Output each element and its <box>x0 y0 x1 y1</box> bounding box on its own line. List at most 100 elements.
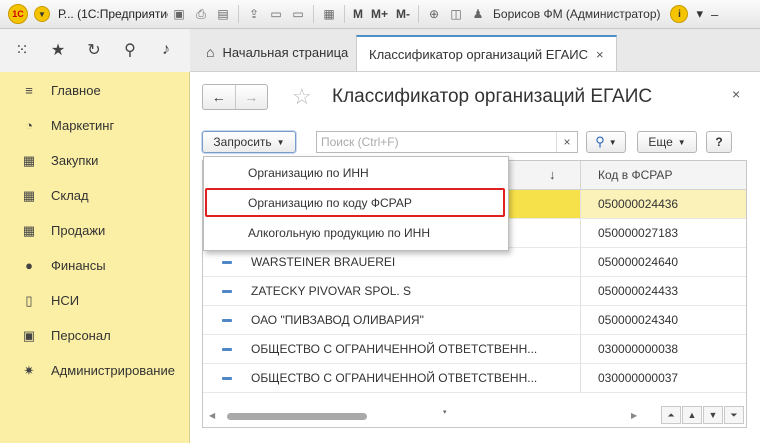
document-icon[interactable]: ▭ <box>268 6 284 22</box>
sidebar-item-personnel[interactable]: ▣ Персонал <box>0 318 189 353</box>
table-row[interactable]: ОАО "ПИВЗАВОД ОЛИВАРИЯ" 050000024340 <box>203 306 746 335</box>
tab-classifier-label: Классификатор организаций ЕГАИС <box>369 46 589 62</box>
sidebar-item-nsi[interactable]: ▯ НСИ <box>0 283 189 318</box>
sidebar-item-main[interactable]: ≡ Главное <box>0 73 189 108</box>
sidebar-item-finance[interactable]: ● Финансы <box>0 248 189 283</box>
search-input[interactable]: Поиск (Ctrl+F) × <box>316 131 578 153</box>
coin-icon: ● <box>25 258 33 273</box>
sidebar-item-administration[interactable]: ✷ Администрирование <box>0 353 189 388</box>
chevron-down-icon: ▼ <box>677 137 686 147</box>
sidebar-item-label: Финансы <box>51 258 106 273</box>
search-placeholder: Поиск (Ctrl+F) <box>321 135 399 149</box>
menu-item-alcohol-by-inn[interactable]: Алкогольную продукцию по ИНН <box>204 218 508 247</box>
window-title: Р... (1С:Предприятие) <box>58 7 168 21</box>
org-code: 050000024433 <box>580 277 746 305</box>
sidebar-item-label: Маркетинг <box>51 118 115 133</box>
more-button[interactable]: Еще ▼ <box>637 131 697 153</box>
notifications-icon[interactable]: ♪ <box>148 32 184 68</box>
horizontal-scrollbar[interactable]: ◀ ▾ ▶ <box>203 407 643 427</box>
minimize-icon[interactable]: – <box>711 7 718 22</box>
document-copy-icon[interactable]: ▭ <box>290 6 306 22</box>
back-arrow-icon[interactable]: ← <box>203 85 236 109</box>
clear-search-icon[interactable]: × <box>556 132 577 152</box>
favorites-icon[interactable]: ★ <box>40 32 76 68</box>
home-icon: ⌂ <box>206 44 215 60</box>
column-header-code[interactable]: Код в ФСРАР <box>580 161 746 189</box>
forward-arrow-icon[interactable]: → <box>236 85 268 109</box>
upload-icon[interactable]: ⇪ <box>246 6 262 22</box>
sidebar-item-label: Персонал <box>51 328 111 343</box>
table-row[interactable]: WARSTEINER BRAUEREI 050000024640 <box>203 248 746 277</box>
window-menu-icon[interactable]: ▾ <box>696 6 703 22</box>
item-marker-icon <box>222 261 232 264</box>
sidebar-item-purchases[interactable]: ▦ Закупки <box>0 143 189 178</box>
tab-close-icon[interactable]: × <box>596 47 604 62</box>
sidebar-item-label: Продажи <box>51 223 106 238</box>
menu-item-by-inn[interactable]: Организацию по ИНН <box>204 158 508 187</box>
sidebar-item-sales[interactable]: ▦ Продажи <box>0 213 189 248</box>
org-code: 050000024436 <box>580 190 746 218</box>
zoom-icon[interactable]: ⊕ <box>426 6 442 22</box>
scroll-right-icon[interactable]: ▶ <box>631 411 637 420</box>
org-name: WARSTEINER BRAUEREI <box>251 255 396 269</box>
tab-home-label: Начальная страница <box>222 44 349 60</box>
scroll-bottom-icon[interactable]: ⏷ <box>724 406 744 424</box>
tab-home[interactable]: ⌂ Начальная страница <box>194 35 360 69</box>
find-button[interactable]: ⚲ ▼ <box>586 131 626 153</box>
menu-item-by-fsrar-code[interactable]: Организацию по коду ФСРАР <box>205 188 505 217</box>
save-icon[interactable]: ▣ <box>171 6 187 22</box>
org-code: 050000027183 <box>580 219 746 247</box>
scroll-up-icon[interactable]: ▲ <box>682 406 702 424</box>
table-row[interactable]: ОБЩЕСТВО С ОГРАНИЧЕННОЙ ОТВЕТСТВЕНН... 0… <box>203 364 746 393</box>
memory-plus-button[interactable]: M+ <box>371 7 388 21</box>
preview-icon[interactable]: ▤ <box>215 6 231 22</box>
memory-minus-button[interactable]: M- <box>396 7 410 21</box>
scroll-left-icon[interactable]: ◀ <box>209 411 215 420</box>
calendar-icon[interactable]: ▦ <box>321 6 337 22</box>
main-menu-icon[interactable]: ▼ <box>34 6 50 22</box>
more-button-label: Еще <box>648 135 673 149</box>
scroll-top-icon[interactable]: ⏶ <box>661 406 681 424</box>
tab-classifier[interactable]: Классификатор организаций ЕГАИС × <box>356 35 617 71</box>
search-icon[interactable]: ⚲ <box>112 32 148 68</box>
sections-menu-icon[interactable]: ⁙ <box>4 32 40 68</box>
request-button[interactable]: Запросить ▼ <box>202 131 296 153</box>
sidebar-item-label: НСИ <box>51 293 80 308</box>
form-panel: ← → ☆ Классификатор организаций ЕГАИС × … <box>190 72 760 443</box>
panels-icon[interactable]: ◫ <box>448 6 464 22</box>
sidebar-item-warehouse[interactable]: ▦ Склад <box>0 178 189 213</box>
info-icon[interactable]: i <box>670 5 689 23</box>
request-dropdown-menu: Организацию по ИНН Организацию по коду Ф… <box>203 156 509 251</box>
book-icon: ▯ <box>25 292 33 308</box>
item-marker-icon <box>222 290 232 293</box>
request-button-label: Запросить <box>213 135 272 149</box>
org-name: ОАО "ПИВЗАВОД ОЛИВАРИЯ" <box>251 313 424 327</box>
toolbar-divider <box>418 5 420 23</box>
app-logo-icon[interactable]: 1С <box>8 4 28 24</box>
toolbar-divider <box>313 5 314 23</box>
toolbar-divider <box>238 5 239 23</box>
org-name: ОБЩЕСТВО С ОГРАНИЧЕННОЙ ОТВЕТСТВЕНН... <box>251 342 538 356</box>
sidebar-item-marketing[interactable]: ◔ Маркетинг <box>0 108 189 143</box>
form-close-icon[interactable]: × <box>732 86 740 102</box>
help-button[interactable]: ? <box>706 131 732 153</box>
item-marker-icon <box>222 319 232 322</box>
scroll-down-icon[interactable]: ▼ <box>703 406 723 424</box>
table-row[interactable]: ОБЩЕСТВО С ОГРАНИЧЕННОЙ ОТВЕТСТВЕНН... 0… <box>203 335 746 364</box>
memory-button[interactable]: M <box>353 7 363 21</box>
history-icon[interactable]: ↻ <box>76 32 112 68</box>
magnifier-icon: ⚲ <box>595 134 605 149</box>
user-icon: ♟ <box>472 7 484 21</box>
current-user[interactable]: Борисов ФМ (Администратор) <box>493 7 660 21</box>
scrollbar-thumb[interactable] <box>227 413 367 420</box>
title-bar: 1С ▼ Р... (1С:Предприятие) ▣ ⎙ ▤ ⇪ ▭ ▭ ▦… <box>0 0 760 29</box>
sidebar-item-label: Главное <box>51 83 101 98</box>
sidebar-item-label: Склад <box>51 188 89 203</box>
org-name: ОБЩЕСТВО С ОГРАНИЧЕННОЙ ОТВЕТСТВЕНН... <box>251 371 538 385</box>
print-icon[interactable]: ⎙ <box>193 6 209 22</box>
org-code: 030000000037 <box>580 364 746 392</box>
favorite-star-icon[interactable]: ☆ <box>292 84 312 110</box>
table-row[interactable]: ZATECKY PIVOVAR SPOL. S 050000024433 <box>203 277 746 306</box>
sidebar-item-label: Администрирование <box>51 363 175 378</box>
sort-down-icon[interactable]: ↓ <box>549 167 556 182</box>
